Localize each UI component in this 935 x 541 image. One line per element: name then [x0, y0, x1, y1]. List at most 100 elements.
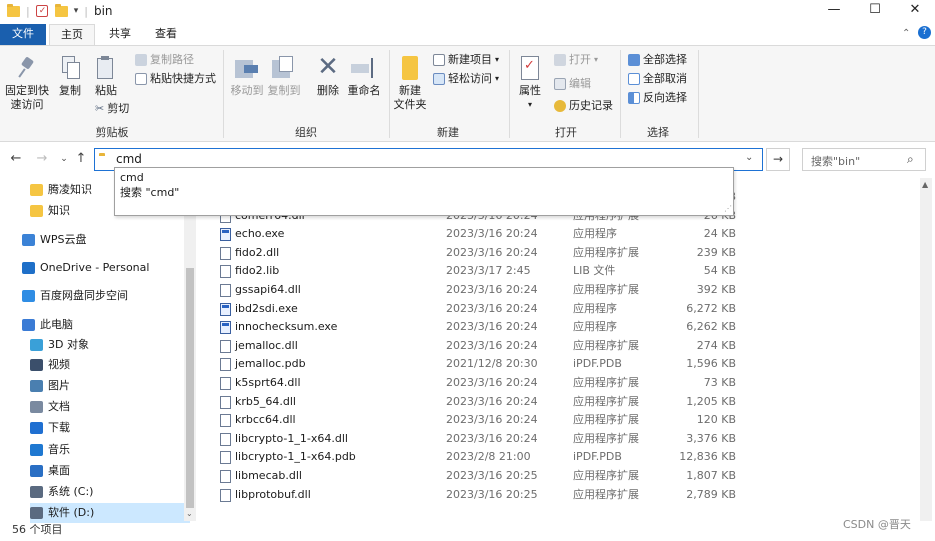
file-name: gssapi64.dll — [235, 283, 301, 296]
copy-to-button[interactable]: 复制到 — [266, 56, 302, 98]
suggestion-item[interactable]: 搜索 "cmd" — [120, 185, 179, 200]
resize-grip-icon[interactable]: ⋰ — [724, 204, 732, 213]
file-row[interactable]: jemalloc.dll 2023/3/16 20:24 应用程序扩展 274 KB — [200, 337, 920, 356]
nav-item[interactable]: 此电脑 — [22, 315, 73, 335]
nav-item[interactable]: 系统 (C:) — [30, 482, 93, 502]
nav-item[interactable]: 图片 — [30, 376, 70, 396]
copy-path-icon — [135, 54, 147, 66]
tab-home[interactable]: 主页 — [49, 24, 95, 45]
file-row[interactable]: krbcc64.dll 2023/3/16 20:24 应用程序扩展 120 KB — [200, 411, 920, 430]
nav-item-label: 腾凌知识 — [48, 183, 92, 196]
search-input[interactable]: 搜索"bin" — [811, 153, 860, 169]
file-list-scrollbar[interactable]: ▲ — [920, 178, 932, 521]
recent-locations-button[interactable]: ⌄ — [56, 150, 72, 168]
new-item-button[interactable]: 新建项目 ▾ — [433, 52, 499, 68]
search-box[interactable]: 搜索"bin" ⌕ — [802, 148, 926, 171]
edit-button[interactable]: 编辑 — [554, 76, 591, 92]
nav-item[interactable]: 文档 — [30, 397, 70, 417]
file-row[interactable]: jemalloc.pdb 2021/12/8 20:30 iPDF.PDB 1,596… — [200, 355, 920, 374]
select-all-button[interactable]: 全部选择 — [628, 52, 687, 68]
dll-file-icon — [220, 284, 231, 297]
properties-check-icon[interactable]: ✓ — [35, 5, 48, 17]
customize-qa-icon[interactable]: ▾ — [74, 6, 79, 16]
file-row[interactable]: krb5_64.dll 2023/3/16 20:24 应用程序扩展 1,205 KB — [200, 393, 920, 412]
invert-selection-button[interactable]: 反向选择 — [628, 90, 687, 106]
file-row[interactable]: k5sprt64.dll 2023/3/16 20:24 应用程序扩展 73 KB — [200, 374, 920, 393]
copy-icon — [60, 56, 80, 80]
open-button[interactable]: 打开 ▾ — [554, 52, 598, 68]
chevron-down-icon: ⌄ — [60, 154, 68, 164]
nav-item[interactable]: 百度网盘同步空间 — [22, 286, 128, 306]
file-icon — [220, 451, 231, 465]
suggestion-item[interactable]: cmd — [120, 170, 144, 185]
file-row[interactable]: echo.exe 2023/3/16 20:24 应用程序 24 KB — [200, 225, 920, 244]
address-input[interactable]: cmd — [116, 152, 142, 166]
search-icon[interactable]: ⌕ — [907, 152, 914, 167]
nav-item[interactable]: 桌面 — [30, 461, 70, 481]
file-row[interactable]: libcrypto-1_1-x64.pdb 2023/2/8 21:00 iPDF.… — [200, 448, 920, 467]
nav-item[interactable]: OneDrive - Personal — [22, 258, 149, 278]
history-button[interactable]: 历史记录 — [554, 98, 613, 114]
computer-icon — [22, 319, 35, 331]
minimize-button[interactable]: — — [816, 0, 852, 22]
select-none-button[interactable]: 全部取消 — [628, 71, 687, 87]
file-name: libcrypto-1_1-x64.dll — [235, 431, 348, 445]
address-dropdown-icon[interactable]: ⌄ — [745, 152, 753, 163]
tab-view[interactable]: 查看 — [143, 24, 189, 45]
file-row[interactable]: libcrypto-1_1-x64.dll 2023/3/16 20:24 应用程序… — [200, 430, 920, 449]
go-button[interactable]: → — [766, 148, 790, 171]
file-date: 2023/3/16 20:24 — [446, 376, 538, 389]
maximize-button[interactable]: ☐ — [857, 0, 893, 22]
move-to-button[interactable]: 移动到 — [229, 56, 265, 98]
nav-item[interactable]: 音乐 — [30, 440, 70, 460]
pin-quick-access-button[interactable]: 固定到快 速访问 — [4, 56, 50, 112]
nav-item[interactable]: 知识 — [30, 201, 70, 221]
file-date: 2023/2/8 21:00 — [446, 450, 531, 464]
rename-button[interactable]: 重命名 — [346, 56, 382, 98]
copy-button[interactable]: 复制 — [56, 56, 84, 98]
forward-button[interactable]: → — [34, 150, 50, 168]
dll-file-icon — [220, 339, 231, 353]
file-row[interactable]: ibd2sdi.exe 2023/3/16 20:24 应用程序 6,272 KB — [200, 300, 920, 319]
file-scroll-track[interactable] — [922, 198, 930, 508]
nav-item[interactable]: 软件 (D:) — [30, 503, 190, 523]
copy-path-button[interactable]: 复制路径 — [135, 52, 194, 68]
file-row[interactable]: libmecab.dll 2023/3/16 20:25 应用程序扩展 1,807 K… — [200, 467, 920, 486]
file-row[interactable]: fido2.lib 2023/3/17 2:45 LIB 文件 54 KB — [200, 262, 920, 281]
properties-button[interactable]: ✓ 属性 ▾ — [514, 56, 546, 112]
nav-scrollbar[interactable]: ▲ ⌄ — [184, 178, 196, 521]
back-button[interactable]: ← — [8, 150, 24, 168]
nav-item[interactable]: WPS云盘 — [22, 230, 87, 250]
file-name: jemalloc.dll — [235, 338, 298, 352]
nav-item[interactable]: 下载 — [30, 418, 70, 438]
file-row[interactable]: fido2.dll 2023/3/16 20:24 应用程序扩展 239 KB — [200, 244, 920, 263]
delete-button[interactable]: ✕ 删除 — [313, 54, 343, 98]
cut-button[interactable]: ✂ 剪切 — [95, 101, 129, 117]
file-row[interactable]: libprotobuf.dll 2023/3/16 20:25 应用程序扩展 2,78… — [200, 486, 920, 505]
nav-item[interactable]: 腾凌知识 — [30, 180, 92, 200]
file-date: 2023/3/16 20:24 — [446, 301, 538, 315]
paste-shortcut-button[interactable]: 粘贴快捷方式 — [135, 71, 216, 87]
scroll-up-icon[interactable]: ▲ — [922, 180, 928, 189]
nav-item[interactable]: 3D 对象 — [30, 335, 89, 355]
nav-item[interactable]: 视频 — [30, 355, 70, 375]
up-button[interactable]: ↑ — [73, 150, 89, 168]
paste-button[interactable]: 粘贴 — [92, 56, 120, 98]
nav-scroll-thumb[interactable] — [186, 268, 194, 508]
music-icon — [30, 444, 43, 456]
tab-file[interactable]: 文件 — [0, 24, 46, 45]
collapse-ribbon-icon[interactable]: ⌃ — [902, 28, 910, 39]
close-button[interactable]: ✕ — [897, 0, 933, 22]
tab-share[interactable]: 共享 — [97, 24, 143, 45]
new-folder-button[interactable]: 新建 文件夹 — [392, 56, 428, 112]
scroll-down-icon[interactable]: ⌄ — [186, 509, 193, 518]
file-row[interactable]: innochecksum.exe 2023/3/16 20:24 应用程序 6,262… — [200, 318, 920, 337]
file-row[interactable]: gssapi64.dll 2023/3/16 20:24 应用程序扩展 392 KB — [200, 281, 920, 300]
help-icon[interactable]: ? — [918, 26, 931, 39]
new-folder-qa-icon[interactable] — [54, 3, 68, 17]
easy-access-button[interactable]: 轻松访问 ▾ — [433, 71, 499, 87]
drive-icon — [30, 507, 43, 519]
file-date: 2023/3/16 20:24 — [446, 394, 538, 408]
copy-to-icon — [272, 56, 296, 80]
chevron-down-icon: ▾ — [495, 74, 500, 83]
